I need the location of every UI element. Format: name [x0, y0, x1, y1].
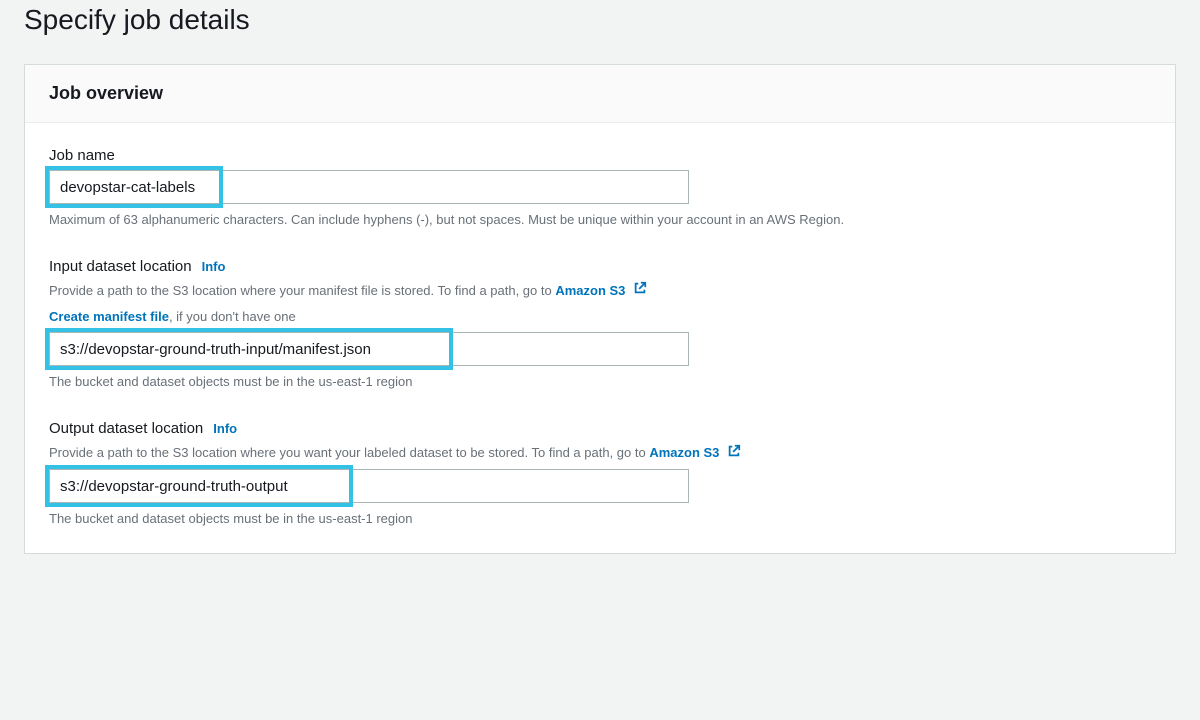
- input-dataset-input-wrapper: [49, 332, 689, 366]
- job-overview-panel: Job overview Job name Maximum of 63 alph…: [24, 64, 1176, 554]
- external-link-icon: [727, 444, 741, 464]
- input-dataset-desc: Provide a path to the S3 location where …: [49, 281, 1151, 301]
- input-dataset-label: Input dataset location: [49, 258, 192, 275]
- input-dataset-field: Input dataset location Info Provide a pa…: [49, 258, 1151, 392]
- input-dataset-input[interactable]: [49, 332, 689, 366]
- create-manifest-row: Create manifest file, if you don't have …: [49, 307, 1151, 327]
- page-title: Specify job details: [24, 0, 1176, 64]
- create-manifest-suffix: , if you don't have one: [169, 309, 296, 324]
- create-manifest-link[interactable]: Create manifest file: [49, 309, 169, 324]
- output-dataset-label-row: Output dataset location Info: [49, 420, 1151, 437]
- output-dataset-input-wrapper: [49, 469, 689, 503]
- job-name-help: Maximum of 63 alphanumeric characters. C…: [49, 210, 1151, 230]
- panel-header-title: Job overview: [49, 83, 1151, 104]
- input-dataset-label-row: Input dataset location Info: [49, 258, 1151, 275]
- input-desc-prefix: Provide a path to the S3 location where …: [49, 283, 555, 298]
- input-info-link[interactable]: Info: [202, 259, 226, 274]
- panel-header: Job overview: [25, 65, 1175, 123]
- output-dataset-label: Output dataset location: [49, 420, 203, 437]
- job-name-label: Job name: [49, 147, 1151, 164]
- output-desc-prefix: Provide a path to the S3 location where …: [49, 445, 649, 460]
- input-dataset-below-help: The bucket and dataset objects must be i…: [49, 372, 1151, 392]
- output-dataset-below-help: The bucket and dataset objects must be i…: [49, 509, 1151, 529]
- job-name-input-wrapper: [49, 170, 689, 204]
- output-dataset-input[interactable]: [49, 469, 689, 503]
- amazon-s3-link-input[interactable]: Amazon S3: [555, 283, 647, 298]
- output-dataset-field: Output dataset location Info Provide a p…: [49, 420, 1151, 529]
- job-name-field: Job name Maximum of 63 alphanumeric char…: [49, 147, 1151, 230]
- amazon-s3-link-output[interactable]: Amazon S3: [649, 445, 741, 460]
- output-dataset-desc: Provide a path to the S3 location where …: [49, 443, 1151, 463]
- output-info-link[interactable]: Info: [213, 421, 237, 436]
- page-container: Specify job details Job overview Job nam…: [0, 0, 1200, 598]
- job-name-input[interactable]: [49, 170, 689, 204]
- panel-body: Job name Maximum of 63 alphanumeric char…: [25, 123, 1175, 553]
- external-link-icon: [633, 281, 647, 301]
